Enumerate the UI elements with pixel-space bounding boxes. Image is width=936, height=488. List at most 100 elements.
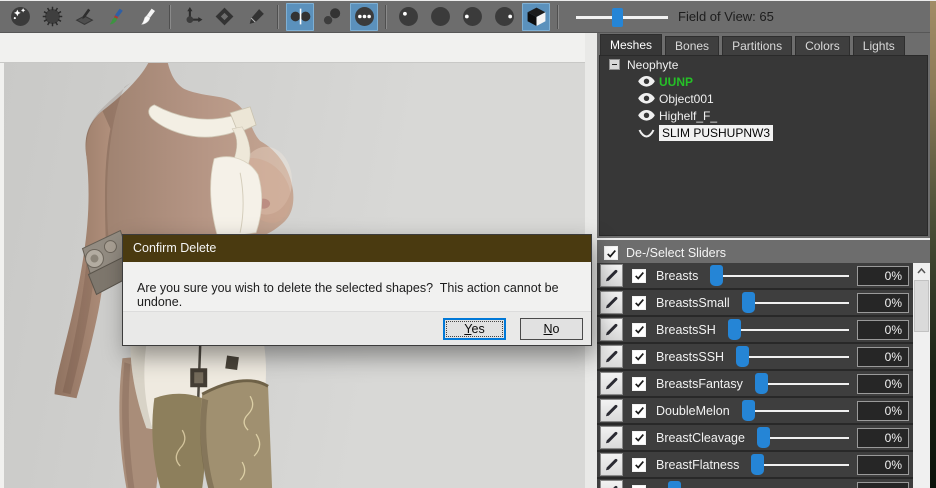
- no-button[interactable]: No: [520, 318, 583, 340]
- slider-checkbox[interactable]: [632, 404, 646, 418]
- slider-thumb[interactable]: [742, 292, 755, 313]
- slider-thumb[interactable]: [736, 346, 749, 367]
- mesh-shape-label[interactable]: Object001: [659, 92, 714, 106]
- slider-thumb[interactable]: [668, 481, 681, 488]
- transform-tool-button[interactable]: [178, 3, 206, 31]
- perspective-toggle-button[interactable]: [522, 3, 550, 31]
- slider-track[interactable]: [755, 302, 849, 304]
- slider-checkbox[interactable]: [632, 458, 646, 472]
- slider-checkbox[interactable]: [632, 269, 646, 283]
- slider-label: DoubleMelon: [656, 404, 730, 418]
- slider-thumb[interactable]: [757, 427, 770, 448]
- slider-track[interactable]: [770, 437, 849, 439]
- mesh-shape-label[interactable]: SLIM PUSHUPNW3: [659, 125, 773, 141]
- tree-item[interactable]: SLIM PUSHUPNW3: [600, 124, 927, 141]
- tab-partitions[interactable]: Partitions: [722, 36, 792, 56]
- tab-colors[interactable]: Colors: [795, 36, 850, 56]
- slider-row: Breasts0%: [597, 263, 913, 288]
- edit-slider-pencil-button[interactable]: [600, 345, 623, 368]
- slider-value-box[interactable]: 0%: [857, 320, 909, 340]
- dialog-title[interactable]: Confirm Delete: [123, 235, 591, 262]
- slider-value-box[interactable]: 0%: [857, 266, 909, 286]
- tree-root-label: Neophyte: [627, 58, 678, 72]
- star-brush-button[interactable]: [6, 3, 34, 31]
- slider-value-box[interactable]: 0%: [857, 374, 909, 394]
- viewport-top-strip: [0, 33, 585, 63]
- yes-button[interactable]: Yes: [443, 318, 506, 340]
- slider-track[interactable]: [723, 275, 849, 277]
- slider-track[interactable]: [764, 464, 849, 466]
- fov-slider-thumb[interactable]: [612, 8, 623, 27]
- tab-bones[interactable]: Bones: [665, 36, 719, 56]
- move-brush-button[interactable]: [102, 3, 130, 31]
- visibility-eye-open-icon[interactable]: [638, 92, 659, 105]
- slider-value-box[interactable]: 0%: [857, 455, 909, 475]
- slider-value-box[interactable]: 0%: [857, 347, 909, 367]
- fov-slider[interactable]: [576, 7, 668, 27]
- edit-slider-pencil-button[interactable]: [600, 453, 623, 476]
- slider-checkbox[interactable]: [632, 485, 646, 488]
- slider-track[interactable]: [741, 329, 849, 331]
- slider-thumb[interactable]: [742, 400, 755, 421]
- slider-checkbox[interactable]: [632, 296, 646, 310]
- visibility-eye-open-icon[interactable]: [638, 75, 659, 88]
- light-right-toggle-button[interactable]: [490, 3, 518, 31]
- slider-track[interactable]: [755, 410, 849, 412]
- slider-thumb[interactable]: [751, 454, 764, 475]
- window-top-edge: [0, 0, 936, 1]
- scrollbar-thumb[interactable]: [914, 280, 929, 332]
- tree-item[interactable]: UUNP: [600, 73, 927, 90]
- slider-checkbox[interactable]: [632, 350, 646, 364]
- pen-tool-button[interactable]: [242, 3, 270, 31]
- slider-thumb[interactable]: [755, 373, 768, 394]
- slider-checkbox[interactable]: [632, 323, 646, 337]
- vertex-display-toggle-button[interactable]: [350, 3, 378, 31]
- slider-track[interactable]: [768, 383, 849, 385]
- visibility-eye-open-icon[interactable]: [638, 109, 659, 122]
- slider-thumb[interactable]: [728, 319, 741, 340]
- mirror-toggle-button[interactable]: [286, 3, 314, 31]
- mesh-tree: Neophyte UUNP Object001 Highelf_F_ SLIM PUSH…: [599, 55, 928, 236]
- light-left-toggle-button[interactable]: [458, 3, 486, 31]
- slider-value-box[interactable]: 0%: [857, 401, 909, 421]
- tree-item-root[interactable]: Neophyte: [600, 56, 927, 73]
- slider-track[interactable]: [749, 356, 849, 358]
- edit-slider-pencil-button[interactable]: [600, 318, 623, 341]
- tree-collapse-icon[interactable]: [609, 59, 620, 70]
- smooth-brush-button[interactable]: [134, 3, 162, 31]
- tab-lights[interactable]: Lights: [853, 36, 905, 56]
- deselect-sliders-label: De-/Select Sliders: [626, 246, 726, 260]
- slider-value-box[interactable]: 0%: [857, 293, 909, 313]
- pin-vertices-button[interactable]: [210, 3, 238, 31]
- edit-slider-pencil-button[interactable]: [600, 264, 623, 287]
- slider-label: BreastsSH: [656, 323, 716, 337]
- mask-brush-button[interactable]: [70, 3, 98, 31]
- slider-value-box[interactable]: [857, 482, 909, 488]
- slider-thumb[interactable]: [710, 265, 723, 286]
- slider-scrollbar[interactable]: [913, 263, 930, 488]
- mesh-shape-label[interactable]: UUNP: [659, 75, 693, 89]
- edit-slider-pencil-button[interactable]: [600, 291, 623, 314]
- slider-checkbox[interactable]: [632, 431, 646, 445]
- tree-item[interactable]: Object001: [600, 90, 927, 107]
- tab-meshes[interactable]: Meshes: [600, 34, 662, 56]
- connected-vertices-button[interactable]: [318, 3, 346, 31]
- light-front-toggle-button[interactable]: [394, 3, 422, 31]
- toolbar: Field of View: 65: [0, 1, 930, 33]
- scrollbar-up-icon[interactable]: [913, 263, 930, 279]
- edit-slider-pencil-button[interactable]: [600, 480, 623, 488]
- edit-slider-pencil-button[interactable]: [600, 399, 623, 422]
- tree-item[interactable]: Highelf_F_: [600, 107, 927, 124]
- visibility-eye-closed-icon[interactable]: [638, 126, 659, 139]
- deselect-sliders-checkbox[interactable]: [604, 246, 618, 260]
- slider-checkbox[interactable]: [632, 377, 646, 391]
- edit-slider-pencil-button[interactable]: [600, 426, 623, 449]
- light-off-toggle-button[interactable]: [426, 3, 454, 31]
- slider-value-box[interactable]: 0%: [857, 428, 909, 448]
- mesh-shape-label[interactable]: Highelf_F_: [659, 109, 717, 123]
- slider-row: BreastFlatness0%: [597, 452, 913, 477]
- edit-slider-pencil-button[interactable]: [600, 372, 623, 395]
- slider-row: [597, 479, 913, 488]
- confirm-delete-dialog: Confirm Delete Are you sure you wish to …: [122, 234, 592, 346]
- inflate-brush-button[interactable]: [38, 3, 66, 31]
